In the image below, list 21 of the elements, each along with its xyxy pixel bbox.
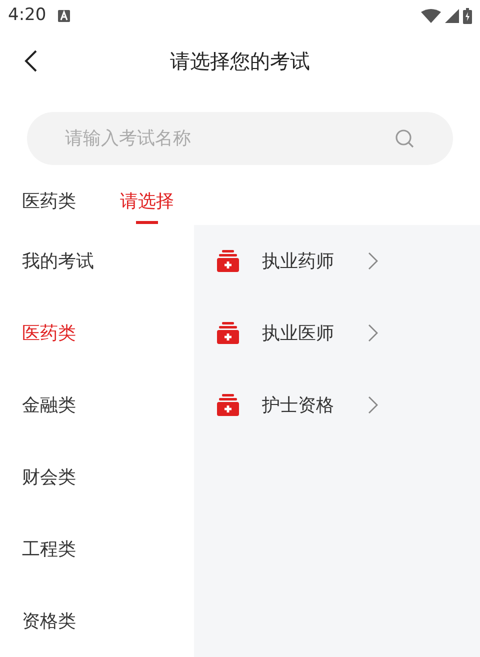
search-bar[interactable]: 请输入考试名称 bbox=[27, 112, 453, 165]
notification-icon bbox=[58, 10, 70, 22]
battery-icon bbox=[463, 8, 472, 24]
status-time: 4:20 bbox=[8, 4, 46, 28]
category-tab[interactable]: 请选择 bbox=[120, 185, 174, 225]
back-icon[interactable] bbox=[24, 49, 38, 73]
signal-icon bbox=[445, 9, 459, 23]
category-tab[interactable]: 医药类 bbox=[22, 185, 76, 225]
chevron-right-icon bbox=[368, 324, 378, 342]
medical-kit-icon bbox=[216, 249, 240, 273]
search-icon[interactable] bbox=[395, 128, 415, 148]
wifi-icon bbox=[421, 9, 441, 23]
search-field[interactable]: 请输入考试名称 bbox=[65, 125, 395, 152]
exam-item[interactable]: 护士资格 bbox=[194, 369, 480, 441]
page-title: 请选择您的考试 bbox=[170, 48, 310, 75]
exam-item[interactable]: 执业药师 bbox=[194, 225, 480, 297]
medical-kit-icon bbox=[216, 321, 240, 345]
chevron-right-icon bbox=[368, 252, 378, 270]
medical-kit-icon bbox=[216, 393, 240, 417]
exam-item[interactable]: 执业医师 bbox=[194, 297, 480, 369]
chevron-right-icon bbox=[368, 396, 378, 414]
